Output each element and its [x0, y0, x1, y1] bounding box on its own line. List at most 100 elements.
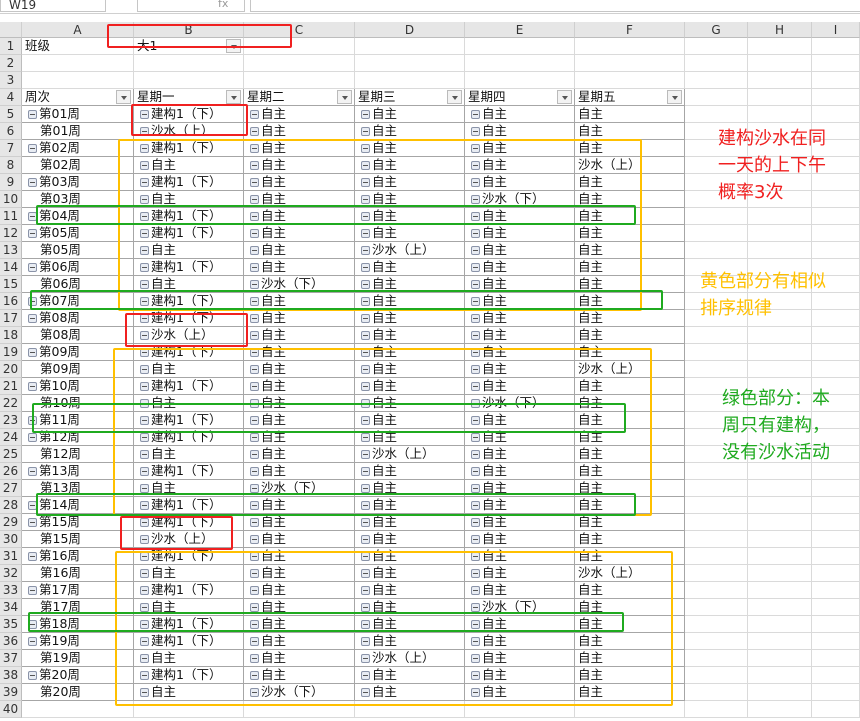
week-cell[interactable]: 第15周: [22, 514, 134, 531]
row-header[interactable]: 32: [0, 565, 22, 582]
pivot-header-3[interactable]: 星期三: [355, 89, 465, 106]
collapse-icon[interactable]: [471, 416, 480, 425]
row-header[interactable]: 21: [0, 378, 22, 395]
collapse-icon[interactable]: [471, 467, 480, 476]
row-header[interactable]: 31: [0, 548, 22, 565]
collapse-icon[interactable]: [471, 586, 480, 595]
collapse-icon[interactable]: [361, 518, 370, 527]
cell[interactable]: [685, 599, 748, 616]
activity-cell[interactable]: 自主: [465, 531, 575, 548]
cell[interactable]: [812, 582, 860, 599]
collapse-icon[interactable]: [361, 144, 370, 153]
activity-cell[interactable]: 自主: [465, 446, 575, 463]
activity-cell[interactable]: 自主: [244, 497, 355, 514]
activity-cell[interactable]: 自主: [575, 259, 685, 276]
activity-cell[interactable]: 自主: [575, 599, 685, 616]
row-header[interactable]: 16: [0, 293, 22, 310]
cell[interactable]: [812, 208, 860, 225]
collapse-icon[interactable]: [140, 127, 149, 136]
collapse-icon[interactable]: [471, 314, 480, 323]
collapse-icon[interactable]: [361, 535, 370, 544]
collapse-icon[interactable]: [140, 518, 149, 527]
activity-cell[interactable]: 建构1（下）: [134, 140, 244, 157]
collapse-icon[interactable]: [361, 603, 370, 612]
cell[interactable]: [748, 701, 812, 718]
activity-cell[interactable]: 自主: [244, 548, 355, 565]
collapse-icon[interactable]: [250, 484, 259, 493]
collapse-icon[interactable]: [361, 620, 370, 629]
activity-cell[interactable]: 自主: [134, 276, 244, 293]
activity-cell[interactable]: 自主: [465, 140, 575, 157]
activity-cell[interactable]: 自主: [465, 293, 575, 310]
activity-cell[interactable]: 自主: [355, 565, 465, 582]
row-header[interactable]: 23: [0, 412, 22, 429]
collapse-icon[interactable]: [140, 620, 149, 629]
collapse-icon[interactable]: [28, 671, 37, 680]
activity-cell[interactable]: 自主: [465, 616, 575, 633]
collapse-icon[interactable]: [471, 178, 480, 187]
cell[interactable]: [685, 72, 748, 89]
activity-cell[interactable]: 建构1（下）: [134, 633, 244, 650]
collapse-icon[interactable]: [250, 450, 259, 459]
activity-cell[interactable]: 沙水（下）: [244, 684, 355, 701]
collapse-icon[interactable]: [250, 671, 259, 680]
cell[interactable]: [244, 72, 355, 89]
activity-cell[interactable]: 自主: [134, 480, 244, 497]
activity-cell[interactable]: 自主: [244, 106, 355, 123]
activity-cell[interactable]: 自主: [355, 395, 465, 412]
activity-cell[interactable]: 自主: [465, 412, 575, 429]
activity-cell[interactable]: 自主: [355, 361, 465, 378]
week-cell[interactable]: 第02周: [22, 157, 134, 174]
collapse-icon[interactable]: [28, 433, 37, 442]
cell[interactable]: [812, 38, 860, 55]
week-cell[interactable]: 第12周: [22, 446, 134, 463]
collapse-icon[interactable]: [361, 688, 370, 697]
activity-cell[interactable]: 自主: [244, 327, 355, 344]
cell[interactable]: [812, 55, 860, 72]
collapse-icon[interactable]: [471, 399, 480, 408]
cell[interactable]: [22, 701, 134, 718]
collapse-icon[interactable]: [250, 195, 259, 204]
filter-dropdown-icon[interactable]: [557, 90, 572, 104]
week-cell[interactable]: 第01周: [22, 106, 134, 123]
activity-cell[interactable]: 自主: [244, 667, 355, 684]
collapse-icon[interactable]: [361, 297, 370, 306]
activity-cell[interactable]: 自主: [575, 667, 685, 684]
cell[interactable]: [575, 55, 685, 72]
collapse-icon[interactable]: [250, 501, 259, 510]
activity-cell[interactable]: 自主: [465, 565, 575, 582]
week-cell[interactable]: 第18周: [22, 616, 134, 633]
activity-cell[interactable]: 自主: [355, 514, 465, 531]
collapse-icon[interactable]: [471, 297, 480, 306]
cell[interactable]: [812, 327, 860, 344]
cell[interactable]: [575, 72, 685, 89]
cell[interactable]: [812, 650, 860, 667]
activity-cell[interactable]: 自主: [244, 378, 355, 395]
activity-cell[interactable]: 沙水（上）: [355, 242, 465, 259]
cell[interactable]: [748, 38, 812, 55]
cell[interactable]: [748, 582, 812, 599]
cell[interactable]: [134, 72, 244, 89]
collapse-icon[interactable]: [250, 518, 259, 527]
collapse-icon[interactable]: [250, 110, 259, 119]
collapse-icon[interactable]: [250, 365, 259, 374]
select-all-corner[interactable]: [0, 22, 22, 38]
activity-cell[interactable]: 沙水（上）: [134, 123, 244, 140]
collapse-icon[interactable]: [28, 586, 37, 595]
cell[interactable]: [22, 72, 134, 89]
activity-cell[interactable]: 建构1（下）: [134, 514, 244, 531]
activity-cell[interactable]: 建构1（下）: [134, 548, 244, 565]
collapse-icon[interactable]: [250, 552, 259, 561]
activity-cell[interactable]: 自主: [355, 667, 465, 684]
cell[interactable]: [244, 55, 355, 72]
activity-cell[interactable]: 自主: [575, 633, 685, 650]
collapse-icon[interactable]: [471, 212, 480, 221]
week-cell[interactable]: 第19周: [22, 633, 134, 650]
activity-cell[interactable]: 自主: [355, 344, 465, 361]
collapse-icon[interactable]: [361, 263, 370, 272]
cell[interactable]: [812, 72, 860, 89]
collapse-icon[interactable]: [361, 161, 370, 170]
cell[interactable]: [748, 667, 812, 684]
cell[interactable]: [685, 650, 748, 667]
activity-cell[interactable]: 自主: [575, 446, 685, 463]
